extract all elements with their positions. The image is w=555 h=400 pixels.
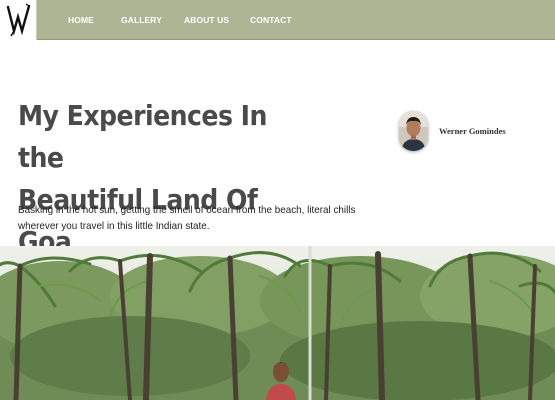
page-title-line-1: My Experiences In the [18, 99, 267, 174]
site-logo[interactable] [0, 0, 37, 40]
w-logo-icon [6, 3, 31, 37]
hero-photo-palm-grove [0, 246, 555, 400]
page-subtitle: Basking in the hot sun, getting the smel… [18, 204, 356, 232]
author-block: Werner Gomindes [399, 110, 506, 152]
author-avatar[interactable] [399, 111, 428, 151]
nav-link-contact[interactable]: CONTACT [250, 15, 292, 25]
top-navbar: HOME GALLERY ABOUT US CONTACT [0, 0, 555, 40]
nav-link-gallery[interactable]: GALLERY [121, 15, 162, 25]
nav-link-about-us[interactable]: ABOUT US [184, 15, 229, 25]
nav-link-home[interactable]: HOME [68, 15, 94, 25]
page-title: My Experiences In the Beautiful Land Of … [18, 95, 315, 263]
author-name[interactable]: Werner Gomindes [439, 126, 506, 136]
